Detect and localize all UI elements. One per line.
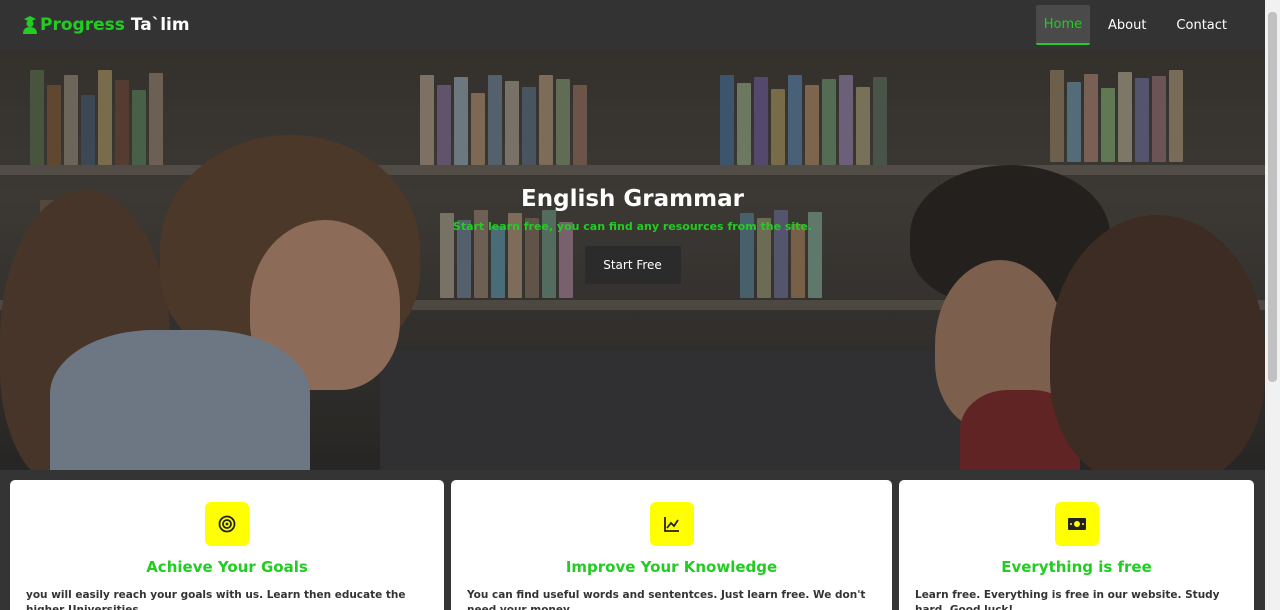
feature-card-goals: Achieve Your Goals you will easily reach… — [10, 480, 444, 610]
nav-about[interactable]: About — [1096, 5, 1158, 45]
start-free-button[interactable]: Start Free — [584, 246, 681, 284]
page-scrollbar[interactable] — [1265, 0, 1280, 610]
nav-home[interactable]: Home — [1035, 5, 1090, 45]
brand-logo[interactable]: Progress Ta`lim — [22, 15, 190, 35]
brand-name-talim: Ta`lim — [130, 15, 190, 35]
nav-menu: Home About Contact — [1030, 0, 1239, 50]
nav-contact[interactable]: Contact — [1164, 5, 1239, 45]
scrollbar-thumb[interactable] — [1268, 12, 1277, 382]
hero-content: English Grammar Start learn free, you ca… — [0, 186, 1265, 284]
hero-subtitle: Start learn free, you can find any resou… — [452, 220, 813, 233]
card-text: you will easily reach your goals with us… — [26, 589, 406, 610]
card-title: Everything is free — [1001, 558, 1152, 576]
money-icon — [1054, 502, 1099, 546]
brand-name-progress: Progress — [40, 15, 125, 35]
card-text: You can find useful words and sententces… — [467, 589, 866, 610]
card-title: Improve Your Knowledge — [565, 558, 778, 576]
card-title: Achieve Your Goals — [146, 558, 308, 576]
navbar: Progress Ta`lim Home About Contact — [0, 0, 1265, 50]
feature-card-free: Everything is free Learn free. Everythin… — [899, 480, 1254, 610]
feature-card-knowledge: Improve Your Knowledge You can find usef… — [451, 480, 892, 610]
card-text: Learn free. Everything is free in our we… — [915, 589, 1220, 610]
hero-section: English Grammar Start learn free, you ca… — [0, 50, 1265, 470]
chart-line-icon — [649, 502, 694, 546]
student-icon — [23, 16, 37, 34]
hero-title: English Grammar — [521, 186, 744, 212]
feature-cards: Achieve Your Goals you will easily reach… — [0, 480, 1265, 610]
target-icon — [205, 502, 249, 546]
